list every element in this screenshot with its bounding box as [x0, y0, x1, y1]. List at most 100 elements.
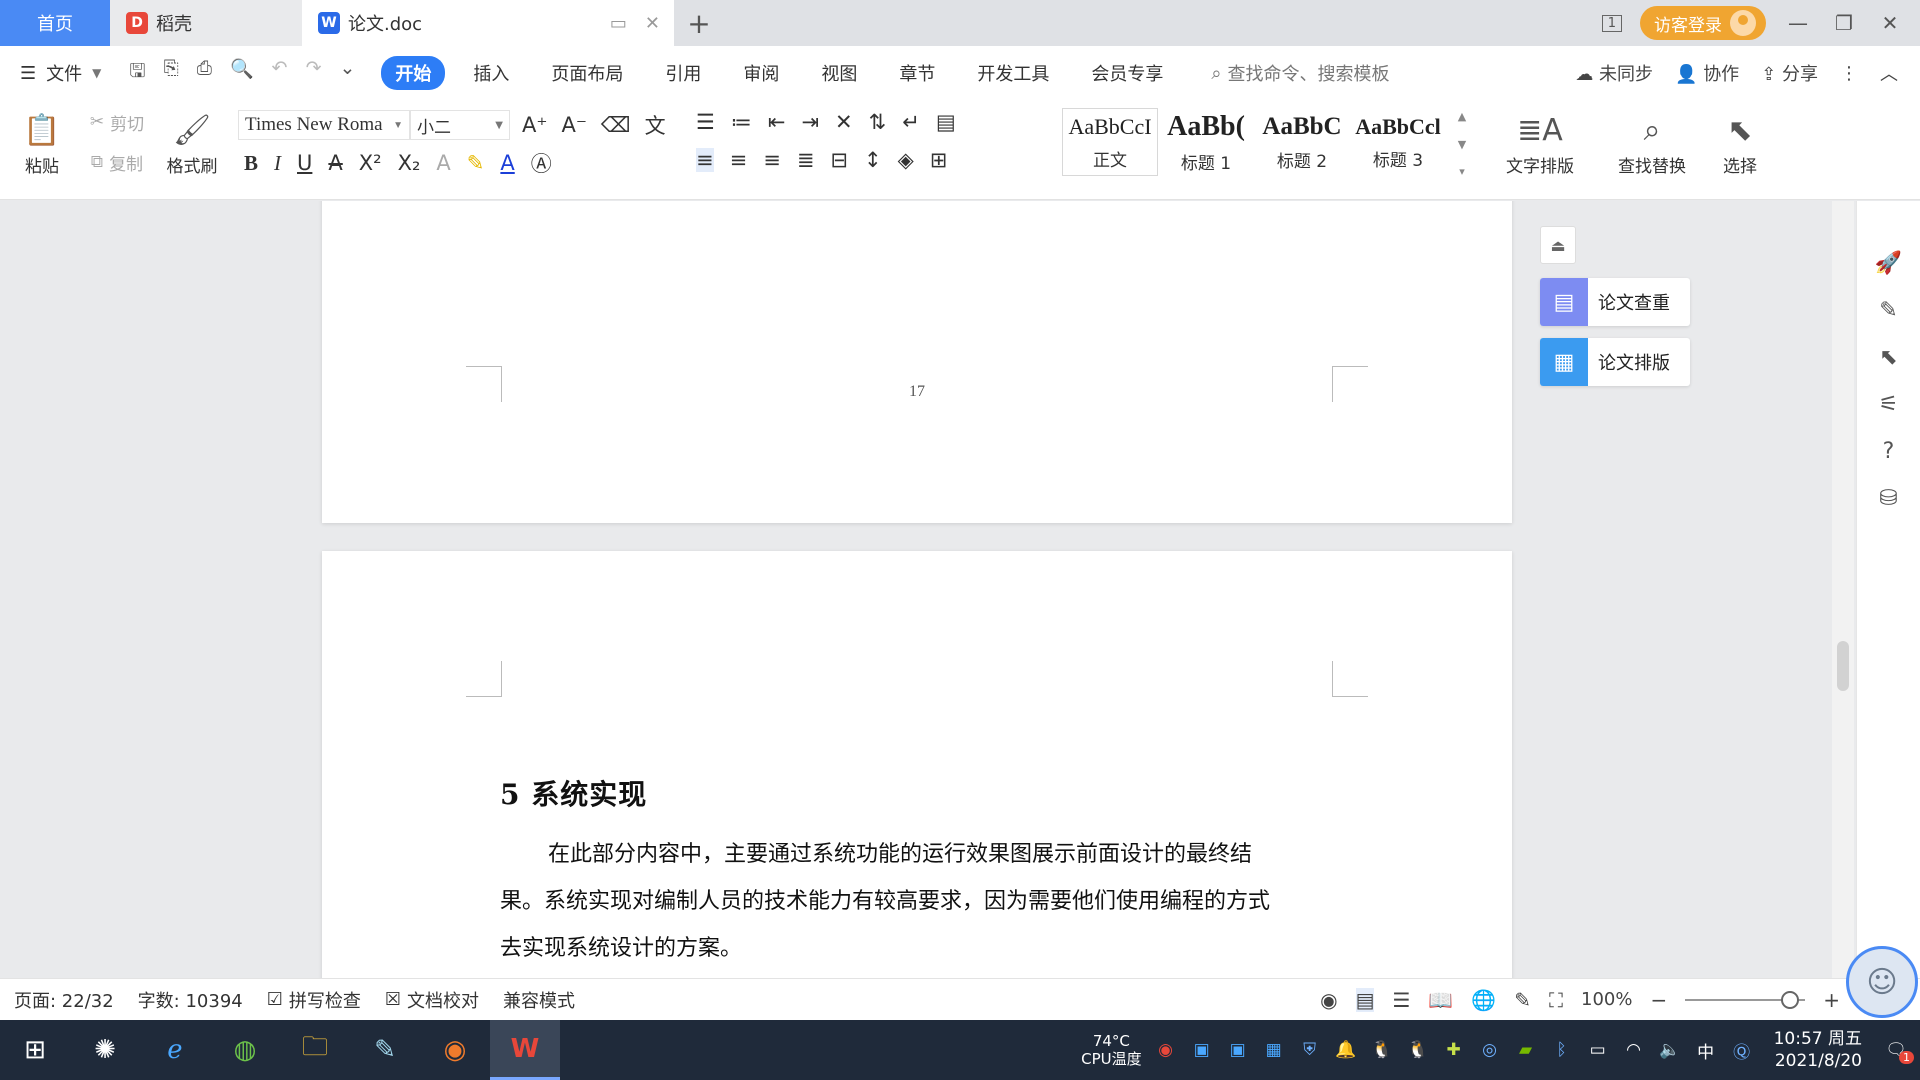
page-view-mode-icon[interactable]: ▤	[1355, 987, 1375, 1012]
tray-green-icon[interactable]: ✚	[1442, 1040, 1466, 1060]
clock[interactable]: 10:57 周五 2021/8/20	[1774, 1028, 1862, 1072]
body-paragraph[interactable]: 在此部分内容中，主要通过系统功能的运行效果图展示前面设计的最终结 果。系统实现对…	[500, 837, 1340, 978]
collab-button[interactable]: 👤 协作	[1675, 60, 1739, 86]
decrease-indent-icon[interactable]: ⇤	[768, 110, 786, 134]
char-border-icon[interactable]: Ⓐ	[531, 148, 552, 178]
tab-references[interactable]: 引用	[651, 56, 715, 90]
select-button[interactable]: ⬉ 选择	[1710, 106, 1770, 184]
collapse-panel-icon[interactable]: ⏏	[1540, 226, 1576, 264]
eye-protect-icon[interactable]: ◉	[1320, 988, 1337, 1012]
reading-view-icon[interactable]: 📖	[1428, 988, 1453, 1012]
page-indicator[interactable]: 页面: 22/32	[14, 987, 114, 1013]
subscript-icon[interactable]: X₂	[398, 151, 421, 175]
write-mode-icon[interactable]: ✎	[1514, 988, 1531, 1012]
sort-icon[interactable]: ⇅	[869, 110, 887, 134]
zoom-in-icon[interactable]: +	[1823, 988, 1840, 1012]
tab-docer[interactable]: D 稻壳	[110, 0, 302, 46]
zoom-level[interactable]: 100%	[1581, 989, 1632, 1010]
style-heading-3[interactable]: AaBbCcl 标题 3	[1350, 108, 1446, 176]
tab-start[interactable]: 开始	[381, 56, 446, 90]
float-window-icon[interactable]: ▭	[610, 13, 627, 34]
tab-document[interactable]: W 论文.doc ▭ ✕	[302, 0, 674, 46]
bold-icon[interactable]: B	[244, 151, 258, 176]
bullet-list-icon[interactable]: ☰	[696, 110, 715, 134]
grow-font-icon[interactable]: A⁺	[522, 113, 547, 137]
ime-indicator[interactable]: 中	[1694, 1038, 1718, 1063]
superscript-icon[interactable]: X²	[359, 151, 382, 175]
justify-icon[interactable]: ≣	[797, 148, 815, 172]
nvidia-icon[interactable]: ▰	[1514, 1040, 1538, 1060]
more-icon[interactable]: ⋮	[1840, 63, 1858, 84]
document-area[interactable]: 17 5 系统实现 在此部分内容中，主要通过系统功能的运行效果图展示前面设计的最…	[0, 201, 1900, 978]
qq-icon[interactable]: 🐧	[1370, 1040, 1394, 1060]
tab-developer[interactable]: 开发工具	[963, 56, 1063, 90]
cut-button[interactable]: ✂ 剪切	[80, 108, 154, 136]
copy-button[interactable]: ⧉ 复制	[80, 148, 154, 176]
pointer-icon[interactable]: ⬉	[1879, 345, 1897, 370]
page-view-icon[interactable]: 1	[1601, 14, 1622, 32]
text-effect-icon[interactable]: A	[436, 151, 450, 175]
restore-icon[interactable]: ❐	[1830, 11, 1858, 35]
shrink-font-icon[interactable]: A⁻	[561, 113, 586, 137]
file-menu[interactable]: ☰ 文件 ▼	[20, 60, 101, 86]
close-tab-icon[interactable]: ✕	[645, 13, 660, 34]
tab-section[interactable]: 章节	[885, 56, 949, 90]
style-normal[interactable]: AaBbCcI 正文	[1062, 108, 1158, 176]
tray-network-app-icon[interactable]: ▦	[1262, 1040, 1286, 1060]
customize-icon[interactable]: ⌄	[340, 57, 356, 89]
text-layout-button[interactable]: ≣A 文字排版	[1494, 106, 1586, 184]
chinese-layout-icon[interactable]: ✕	[835, 110, 853, 134]
notepad-icon[interactable]: ✎	[350, 1020, 420, 1080]
font-color-icon[interactable]: A	[500, 151, 514, 175]
document-page[interactable]: 17	[322, 201, 1512, 523]
scrollbar-thumb[interactable]	[1837, 641, 1849, 691]
zoom-slider[interactable]	[1685, 990, 1806, 1009]
zoom-out-icon[interactable]: −	[1650, 988, 1667, 1012]
word-count[interactable]: 字数: 10394	[138, 987, 243, 1013]
borders-icon[interactable]: ⊞	[930, 148, 948, 172]
windows-start-icon[interactable]: ⊞	[0, 1020, 70, 1080]
distribute-icon[interactable]: ⊟	[830, 148, 848, 172]
ie-browser-icon[interactable]: ℯ	[140, 1020, 210, 1080]
table-ruler-icon[interactable]: ▤	[936, 110, 956, 134]
bluetooth-icon[interactable]: ᛒ	[1550, 1040, 1574, 1060]
green-browser-icon[interactable]: ◍	[210, 1020, 280, 1080]
tab-insert[interactable]: 插入	[459, 56, 523, 90]
tab-page-layout[interactable]: 页面布局	[537, 56, 637, 90]
tab-view[interactable]: 视图	[807, 56, 871, 90]
style-gallery-scroll[interactable]: ▲ ▼ ▾	[1454, 110, 1470, 178]
undo-icon[interactable]: ↶	[272, 57, 288, 89]
spell-check-button[interactable]: ☑ 拼写检查	[267, 987, 361, 1013]
search-tray-icon[interactable]: Ⓠ	[1730, 1038, 1754, 1063]
backup-icon[interactable]: ⛁	[1879, 486, 1897, 511]
redo-icon[interactable]: ↷	[306, 57, 322, 89]
app-360-icon[interactable]: ✺	[70, 1020, 140, 1080]
shield-icon[interactable]: ⛨	[1298, 1040, 1322, 1060]
phonetic-icon[interactable]: 文	[645, 110, 666, 140]
tray-app-icon[interactable]: ▣	[1226, 1040, 1250, 1060]
web-view-icon[interactable]: 🌐	[1471, 988, 1496, 1012]
print-preview-icon[interactable]: 🔍	[230, 57, 254, 89]
notification-icon[interactable]: 🗨 1	[1884, 1040, 1914, 1064]
rocket-icon[interactable]: 🚀	[1875, 251, 1902, 276]
tray-blue-icon[interactable]: ◎	[1478, 1040, 1502, 1060]
style-heading-1[interactable]: AaBb( 标题 1	[1158, 108, 1254, 176]
print-icon[interactable]: ⎙	[197, 57, 212, 89]
close-window-icon[interactable]: ✕	[1876, 11, 1904, 35]
vertical-scrollbar[interactable]	[1832, 201, 1854, 978]
numbered-list-icon[interactable]: ≔	[731, 110, 752, 134]
outline-view-icon[interactable]: ☰	[1392, 988, 1410, 1012]
orange-app-icon[interactable]: ◉	[420, 1020, 490, 1080]
help-icon[interactable]: ?	[1883, 439, 1895, 464]
show-marks-icon[interactable]: ↵	[902, 110, 920, 134]
clear-format-icon[interactable]: ⌫	[601, 113, 631, 137]
cpu-temperature[interactable]: 74°C CPU温度	[1081, 1032, 1142, 1068]
tray-red-icon[interactable]: ◉	[1154, 1040, 1178, 1060]
tab-review[interactable]: 审阅	[729, 56, 793, 90]
format-painter-button[interactable]: 🖌 格式刷	[160, 106, 224, 184]
font-size-select[interactable]: 小二 ▼	[410, 110, 510, 140]
font-name-select[interactable]: Times New Roma ▼	[238, 110, 410, 140]
section-heading[interactable]: 5 系统实现	[500, 773, 647, 813]
align-left-icon[interactable]: ≡	[696, 148, 714, 172]
battery-icon[interactable]: ▭	[1586, 1040, 1610, 1060]
